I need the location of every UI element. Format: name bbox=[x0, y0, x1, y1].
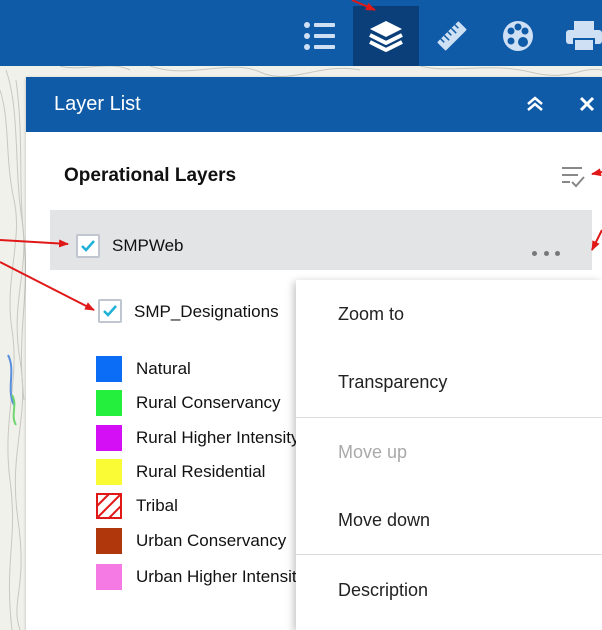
legend-swatch bbox=[96, 459, 122, 485]
legend-label: Urban Higher Intensity bbox=[136, 567, 306, 586]
legend-swatch bbox=[96, 390, 122, 416]
print-tool-button[interactable] bbox=[551, 6, 602, 66]
layer-options-button[interactable] bbox=[560, 163, 586, 194]
layer-context-menu: Zoom to Transparency Move up Move down D… bbox=[296, 280, 602, 630]
legend-tool-button[interactable] bbox=[287, 6, 353, 66]
checkmark-icon bbox=[81, 240, 95, 252]
more-dots-icon bbox=[532, 250, 537, 256]
layers-icon bbox=[369, 21, 403, 52]
legend-label: Tribal bbox=[136, 496, 178, 515]
checkmark-icon bbox=[103, 305, 117, 317]
print-icon bbox=[566, 21, 602, 52]
section-title: Operational Layers bbox=[64, 165, 237, 186]
menu-item-description[interactable]: Description bbox=[296, 562, 602, 618]
menu-item-move-down[interactable]: Move down bbox=[296, 492, 602, 548]
menu-item-move-up: Move up bbox=[338, 442, 408, 462]
list-options-icon bbox=[562, 167, 585, 188]
hatched-swatch-icon bbox=[96, 493, 122, 519]
legend-label: Rural Higher Intensity bbox=[136, 428, 300, 447]
panel-title: Layer List bbox=[54, 93, 141, 115]
close-panel-button[interactable] bbox=[574, 91, 600, 117]
measurement-tool-button[interactable] bbox=[419, 6, 485, 66]
menu-divider bbox=[296, 554, 602, 555]
legend-label: Rural Residential bbox=[136, 462, 266, 481]
legend-label: Natural bbox=[136, 359, 191, 378]
legend-swatch bbox=[96, 425, 122, 451]
collapse-panel-button[interactable] bbox=[522, 91, 548, 117]
legend-swatch bbox=[96, 528, 122, 554]
layer-label-smp-designations: SMP_Designations bbox=[134, 302, 279, 321]
layer-more-options-button[interactable] bbox=[532, 247, 560, 259]
legend-swatch bbox=[96, 564, 122, 590]
menu-item-zoom-to[interactable]: Zoom to bbox=[296, 286, 602, 342]
smp-designations-checkbox[interactable] bbox=[98, 299, 122, 323]
legend-list-icon bbox=[304, 22, 335, 50]
top-toolbar bbox=[0, 0, 602, 66]
basemap-gallery-icon bbox=[503, 21, 533, 51]
menu-divider bbox=[296, 417, 602, 418]
legend-label: Urban Conservancy bbox=[136, 531, 287, 550]
close-icon bbox=[579, 96, 595, 112]
menu-item-transparency[interactable]: Transparency bbox=[296, 354, 602, 410]
layer-label-smpweb: SMPWeb bbox=[112, 236, 184, 255]
panel-header: Layer List bbox=[26, 77, 602, 132]
layer-list-tool-button[interactable] bbox=[353, 6, 419, 66]
basemap-tool-button[interactable] bbox=[485, 6, 551, 66]
legend-label: Rural Conservancy bbox=[136, 393, 281, 412]
legend-swatch bbox=[96, 356, 122, 382]
measure-ruler-icon bbox=[437, 21, 467, 51]
double-chevron-up-icon bbox=[527, 96, 543, 111]
smpweb-checkbox[interactable] bbox=[76, 234, 100, 258]
